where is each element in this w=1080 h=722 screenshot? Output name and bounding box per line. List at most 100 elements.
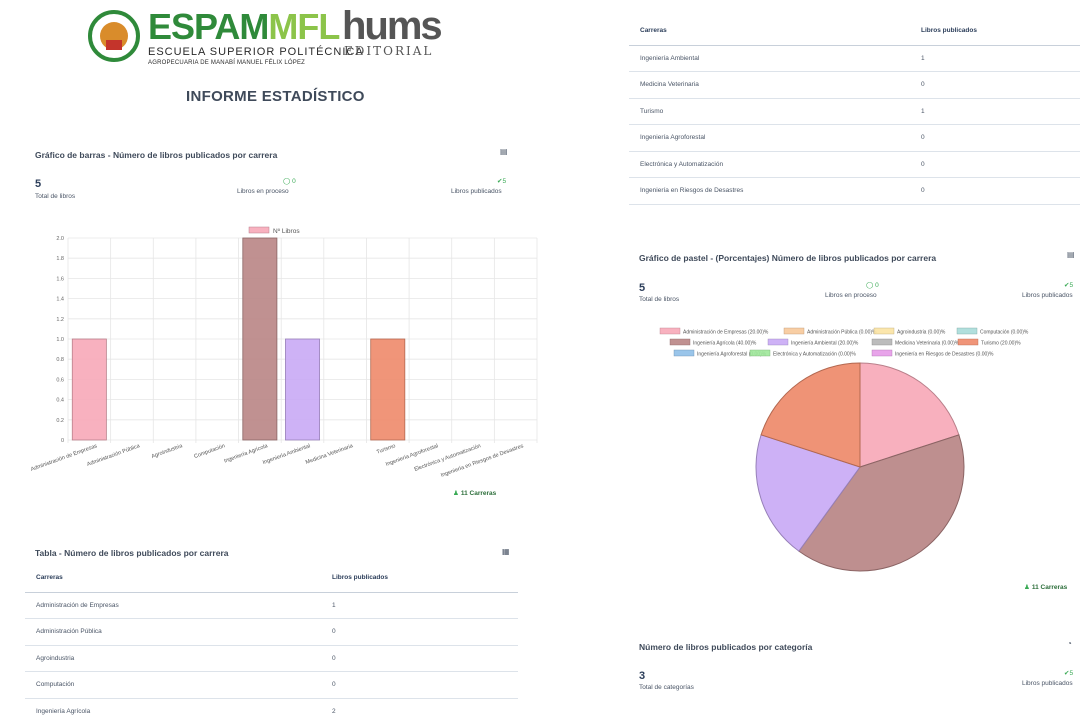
bar-x-tick: Ingeniería en Riesgos de Desastres xyxy=(440,443,524,479)
bar-process-value: ◯ 0 xyxy=(283,178,296,185)
bar-mark xyxy=(71,338,107,441)
hums-subtitle: EDITORIAL xyxy=(344,44,434,58)
col-carreras: Carreras xyxy=(25,564,332,593)
pie-legend-label: Ingeniería Ambiental (20.00)% xyxy=(791,341,859,347)
category-total-value: 3 xyxy=(639,670,646,682)
right-table-cell-carrera: Electrónica y Automatización xyxy=(629,151,921,178)
espam-name: ESPAM xyxy=(148,6,269,47)
bar-chart-title: Gráfico de barras - Número de libros pub… xyxy=(35,150,278,160)
pie-legend-swatch xyxy=(956,327,978,335)
users-icon: ♟ xyxy=(453,490,459,497)
espam-emblem-icon xyxy=(88,10,140,62)
pie-legend-swatch xyxy=(871,338,893,346)
pie-legend-swatch xyxy=(957,338,979,346)
table-cell-libros: 2 xyxy=(332,698,518,722)
col-libros: Libros publicados xyxy=(332,564,518,593)
pie-legend-label: Computación (0.00)% xyxy=(980,330,1029,336)
right-table-row: Electrónica y Automatización 0 xyxy=(629,151,1080,178)
bar-x-tick: Agroindustria xyxy=(151,443,184,460)
right-table-row: Ingeniería en Riesgos de Desastres 0 xyxy=(629,177,1080,205)
bar-y-tick: 0.6 xyxy=(56,377,64,383)
right-table-cell-carrera: Ingeniería en Riesgos de Desastres xyxy=(629,177,921,205)
bar-x-tick: Turismo xyxy=(376,443,397,455)
category-published-value: ✔5 xyxy=(1064,670,1074,677)
table-icon[interactable]: ▦ xyxy=(502,547,510,556)
table-cell-carrera: Agroindustria xyxy=(25,645,332,672)
pie-chart-title: Gráfico de pastel - (Porcentajes) Número… xyxy=(639,253,937,263)
pie-published-label: Libros publicados xyxy=(1022,292,1073,299)
clock-icon: ◯ xyxy=(283,178,291,185)
pie-legend-swatch xyxy=(673,349,695,357)
category-published-label: Libros publicados xyxy=(1022,680,1073,687)
pie-chart xyxy=(755,362,965,572)
right-table-row: Ingeniería Ambiental 1 xyxy=(629,45,1080,72)
users-icon: ♟ xyxy=(1024,584,1030,591)
bar-x-tick: Computación xyxy=(193,443,226,460)
right-table-cell-libros: 1 xyxy=(921,45,1080,72)
table-row: Administración de Empresas 1 xyxy=(25,592,518,619)
pie-legend-label: Ingeniería Agrícola (40.00)% xyxy=(693,341,757,347)
table-cell-carrera: Computación xyxy=(25,671,332,699)
right-table-cell-libros: 0 xyxy=(921,151,1080,178)
right-table-cell-libros: 0 xyxy=(921,71,1080,99)
table-cell-carrera: Administración Pública xyxy=(25,618,332,646)
espam-subtitle-2: AGROPECUARIA DE MANABÍ MANUEL FÉLIX LÓPE… xyxy=(148,60,306,66)
table-cell-carrera: Ingeniería Agrícola xyxy=(25,698,332,722)
bar-legend-swatch xyxy=(248,226,270,234)
bar-published-value: ✔5 xyxy=(497,178,507,185)
pie-chart-icon[interactable]: ▤ xyxy=(1067,250,1075,259)
pie-total-value: 5 xyxy=(639,282,646,294)
pie-legend-label: Turismo (20.00)% xyxy=(981,341,1021,347)
right-table-cell-carrera: Turismo xyxy=(629,98,921,125)
table-cell-carrera: Administración de Empresas xyxy=(25,592,332,619)
table-row: Agroindustria 0 xyxy=(25,645,518,672)
category-title: Número de libros publicados por categorí… xyxy=(639,642,813,652)
table-cell-libros: 0 xyxy=(332,618,518,646)
pie-legend-label: Administración de Empresas (20.00)% xyxy=(683,330,769,336)
bar-chart: Nº Libros 0 0.2 0.4 0.6 0.8 1.0 1.2 1.4 1.6 1.8 2.0… xyxy=(30,226,538,479)
bar-mark xyxy=(285,338,320,441)
bar-y-tick: 1.0 xyxy=(56,337,64,343)
espam-subtitle: ESCUELA SUPERIOR POLITÉCNICA xyxy=(148,46,364,58)
bar-legend-label: Nº Libros xyxy=(273,228,300,235)
bar-y-tick: 0.4 xyxy=(56,398,64,404)
table-cell-libros: 0 xyxy=(332,645,518,672)
right-table-header-row: Carreras Libros publicados xyxy=(629,17,1080,46)
pie-legend-swatch xyxy=(873,327,895,335)
bar-carreras-badge: ♟ 11 Carreras xyxy=(453,490,497,497)
pie-carreras-badge: ♟ 11 Carreras xyxy=(1024,584,1068,591)
pie-published-value: ✔5 xyxy=(1064,282,1074,289)
category-chart-icon[interactable]: ◔ xyxy=(1067,639,1072,648)
pie-process-label: Libros en proceso xyxy=(825,292,877,299)
clock-icon: ◯ xyxy=(866,282,874,289)
right-table-cell-libros: 1 xyxy=(921,98,1080,125)
pie-legend-swatch xyxy=(659,327,681,335)
right-table-row: Turismo 1 xyxy=(629,98,1080,125)
right-col-carreras: Carreras xyxy=(629,17,921,46)
table-row: Administración Pública 0 xyxy=(25,618,518,646)
right-table-row: Medicina Veterinaria 0 xyxy=(629,71,1080,99)
pie-legend-label: Medicina Veterinaria (0.00)% xyxy=(895,341,960,347)
table-row: Ingeniería Agrícola 2 xyxy=(25,698,518,722)
bar-total-label: Total de libros xyxy=(35,193,76,200)
pie-process-value: ◯ 0 xyxy=(866,282,879,289)
pie-legend-swatch xyxy=(669,338,691,346)
bar-mark xyxy=(370,338,406,441)
right-table-cell-libros: 0 xyxy=(921,177,1080,205)
table-cell-libros: 0 xyxy=(332,671,518,699)
bar-y-tick: 1.2 xyxy=(56,317,64,323)
pie-total-label: Total de libros xyxy=(639,296,680,303)
right-table-cell-carrera: Medicina Veterinaria xyxy=(629,71,921,99)
bar-y-tick: 1.4 xyxy=(56,297,64,303)
report-title: INFORME ESTADÍSTICO xyxy=(186,88,365,105)
right-table-row: Ingeniería Agroforestal 0 xyxy=(629,124,1080,152)
bar-y-tick: 2.0 xyxy=(56,236,64,242)
bar-mark xyxy=(242,237,278,441)
right-table: Carreras Libros publicados Ingeniería Am… xyxy=(629,17,1080,205)
bar-published-label: Libros publicados xyxy=(451,188,502,195)
table-title: Tabla - Número de libros publicados por … xyxy=(35,548,229,558)
bar-chart-icon[interactable]: ▤ xyxy=(500,147,508,156)
bar-x-tick: Administración de Empresas xyxy=(30,443,98,473)
bar-process-label: Libros en proceso xyxy=(237,188,289,195)
left-table: Carreras Libros publicados Administració… xyxy=(25,564,518,722)
